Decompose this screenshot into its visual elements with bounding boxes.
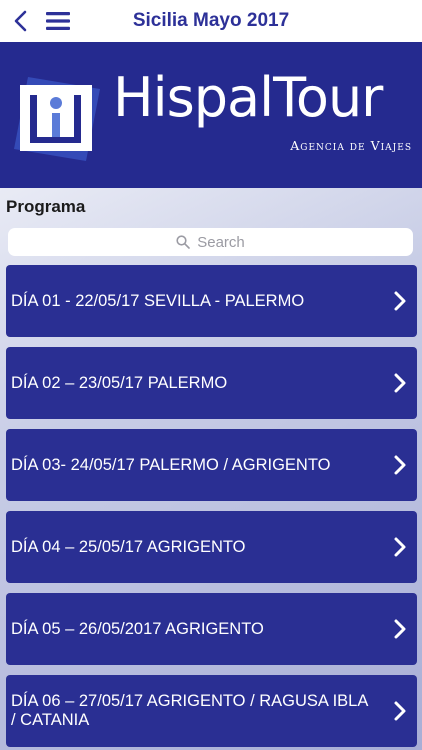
main-content: Programa Search DÍA 01 - 22/05/17 SEVILL… [0, 188, 422, 750]
list-item-label: DÍA 01 - 22/05/17 SEVILLA - PALERMO [11, 291, 305, 310]
chevron-right-icon [394, 291, 406, 311]
search-input[interactable]: Search [8, 228, 413, 256]
list-item-day-03[interactable]: DÍA 03- 24/05/17 PALERMO / AGRIGENTO [6, 429, 417, 501]
brand-tagline: Agencia de Viajes [290, 138, 412, 153]
list-item-label: DÍA 05 – 26/05/2017 AGRIGENTO [11, 619, 264, 638]
list-item-day-04[interactable]: DÍA 04 – 25/05/17 AGRIGENTO [6, 511, 417, 583]
list-item-day-02[interactable]: DÍA 02 – 23/05/17 PALERMO [6, 347, 417, 419]
section-title: Programa [6, 197, 86, 216]
chevron-right-icon [394, 455, 406, 475]
chevron-right-icon [394, 701, 406, 721]
list-item-day-01[interactable]: DÍA 01 - 22/05/17 SEVILLA - PALERMO [6, 265, 417, 337]
program-list: DÍA 01 - 22/05/17 SEVILLA - PALERMO DÍA … [6, 265, 417, 750]
menu-button[interactable] [40, 4, 76, 38]
chevron-right-icon [394, 619, 406, 639]
page-title: Sicilia Mayo 2017 [132, 10, 290, 31]
hamburger-menu-icon [46, 12, 70, 30]
brand-banner: HispalTour Agencia de Viajes [0, 42, 422, 188]
back-button[interactable] [4, 4, 36, 38]
list-item-label: DÍA 06 – 27/05/17 AGRIGENTO / RAGUSA IBL… [11, 692, 368, 729]
chevron-right-icon [394, 537, 406, 557]
chevron-right-icon [394, 373, 406, 393]
list-item-day-05[interactable]: DÍA 05 – 26/05/2017 AGRIGENTO [6, 593, 417, 665]
list-item-label: DÍA 03- 24/05/17 PALERMO / AGRIGENTO [11, 455, 331, 474]
top-navbar: Sicilia Mayo 2017 [0, 0, 422, 42]
logo-icon [14, 77, 100, 161]
search-placeholder: Search [197, 233, 245, 251]
brand-name: HispalTour [113, 66, 383, 129]
chevron-left-icon [14, 10, 27, 32]
list-item-day-06[interactable]: DÍA 06 – 27/05/17 AGRIGENTO / RAGUSA IBL… [6, 675, 417, 747]
list-item-label: DÍA 02 – 23/05/17 PALERMO [11, 373, 228, 392]
search-icon [176, 235, 191, 249]
list-item-label: DÍA 04 – 25/05/17 AGRIGENTO [11, 537, 246, 556]
